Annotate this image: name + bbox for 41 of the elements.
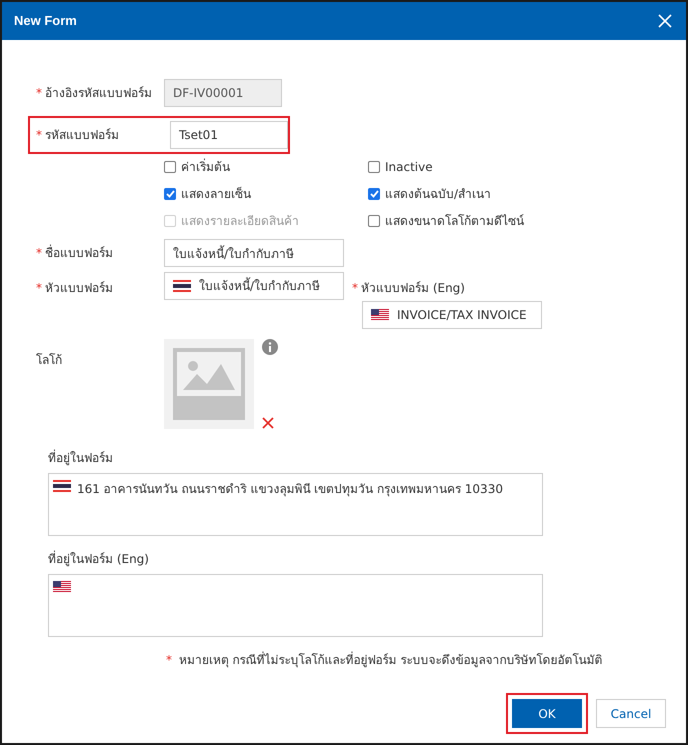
field-label: ที่อยู่ในฟอร์ม xyxy=(48,449,114,467)
checkbox-label: แสดงต้นฉบับ/สำเนา xyxy=(385,186,492,203)
field-label: ที่อยู่ในฟอร์ม (Eng) xyxy=(48,550,150,568)
thai-flag-icon xyxy=(53,480,71,492)
ok-button[interactable]: OK xyxy=(512,699,582,728)
required-mark: * xyxy=(36,128,42,142)
note-text: * หมายเหตุ กรณีที่ไม่ระบุโลโก้และที่อยู่ฟอร์ม ระบบจะดึงข้อมูลจากบริษัทโดยอัตโนมัติ xyxy=(166,651,604,669)
required-mark: * xyxy=(36,86,42,100)
checkbox[interactable] xyxy=(368,161,380,173)
text-field[interactable]: ใบแจ้งหนี้/ใบกำกับภาษี xyxy=(164,272,344,300)
required-mark: * xyxy=(352,281,358,295)
text-field[interactable]: Tset01 xyxy=(170,121,288,149)
field-label: โลโก้ xyxy=(36,353,62,367)
address-field[interactable] xyxy=(48,574,543,637)
us-flag-icon xyxy=(371,309,389,321)
text-field[interactable]: INVOICE/TAX INVOICE xyxy=(362,301,542,329)
checkbox-label: Inactive xyxy=(385,159,433,176)
info-icon[interactable] xyxy=(262,339,278,355)
text-field[interactable]: ใบแจ้งหนี้/ใบกำกับภาษี xyxy=(164,239,344,267)
us-flag-icon xyxy=(53,581,71,593)
checkbox-label: ค่าเริ่มต้น xyxy=(181,158,230,176)
checkbox-label: แสดงรายละเอียดสินค้า xyxy=(181,213,299,230)
required-mark: * xyxy=(36,246,42,260)
checkbox[interactable] xyxy=(164,161,176,173)
close-button[interactable] xyxy=(658,14,672,28)
checkbox-label: แสดงขนาดโลโก้ตามดีไซน์ xyxy=(385,213,524,230)
field-label: ชื่อแบบฟอร์ม xyxy=(45,246,113,260)
address-field[interactable]: 161 อาคารนันทวัน ถนนราชดำริ แขวงลุมพินี เขตปทุมวัน กรุงเทพมหานคร 10330 xyxy=(48,473,543,536)
logo-placeholder-icon xyxy=(164,339,254,429)
field-label: รหัสแบบฟอร์ม xyxy=(45,128,119,142)
field-label: หัวแบบฟอร์ม xyxy=(45,281,113,295)
checkbox[interactable] xyxy=(164,188,176,200)
field-label: หัวแบบฟอร์ม (Eng) xyxy=(361,281,465,295)
checkbox[interactable] xyxy=(368,188,380,200)
field-label: อ้างอิงรหัสแบบฟอร์ม xyxy=(45,86,152,100)
dialog-title: New Form xyxy=(14,12,77,30)
thai-flag-icon xyxy=(173,280,191,292)
checkbox-label: แสดงลายเซ็น xyxy=(181,186,251,203)
checkbox[interactable] xyxy=(368,215,380,227)
required-mark: * xyxy=(36,281,42,295)
cancel-button[interactable]: Cancel xyxy=(596,699,666,728)
